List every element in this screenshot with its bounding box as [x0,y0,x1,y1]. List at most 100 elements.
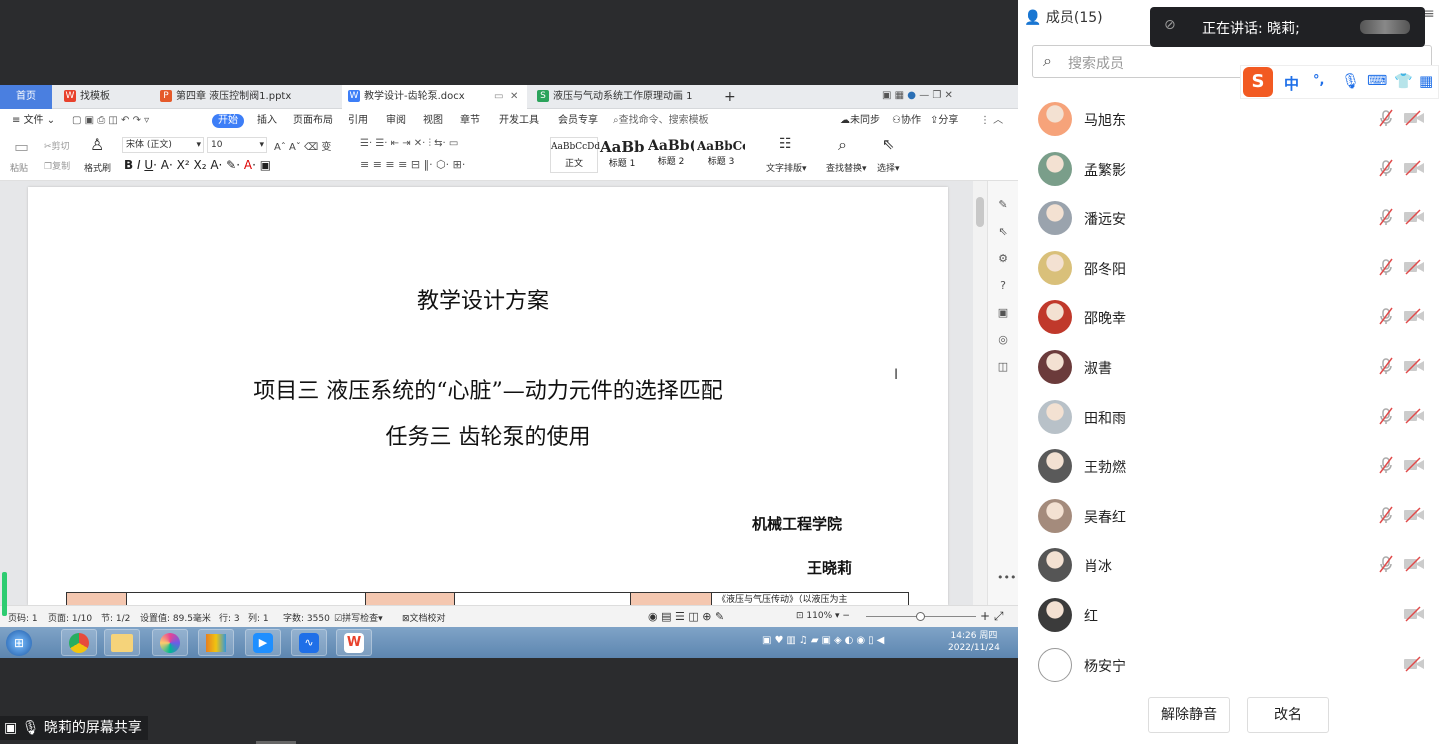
tab-docx[interactable]: W 教学设计-齿轮泵.docx ▭ ✕ [342,85,527,109]
camera-off-icon[interactable] [1403,209,1425,229]
status-row[interactable]: 行: 3 [219,611,240,624]
chrome-icon[interactable] [61,629,97,656]
pin-icon[interactable]: ▭ [494,85,503,109]
camera-off-icon[interactable] [1403,408,1425,428]
camera-off-icon[interactable] [1403,110,1425,130]
camera-off-icon[interactable] [1403,507,1425,527]
tab-home[interactable]: 首页 [0,85,52,109]
explorer-icon[interactable] [104,629,140,656]
member-row[interactable]: 邵晚幸 [1018,292,1439,342]
menu-reference[interactable]: 引用 [348,114,368,128]
tab-sheet[interactable]: S 液压与气动系统工作原理动画 1 [531,85,711,109]
size-select[interactable]: 10 ▾ [207,137,267,153]
pinwheel-icon[interactable] [152,629,188,656]
tray-icons[interactable]: ▣♥▥♫▰▣◈◐◉▯◀ [762,635,887,646]
member-row[interactable]: 邵冬阳 [1018,243,1439,293]
menu-devtools[interactable]: 开发工具 [499,114,539,128]
mic-muted-icon[interactable] [1376,356,1396,380]
grid-icon[interactable]: ▦ [895,90,904,101]
quick-toolbar-icons[interactable]: ▢ ▣ ⎙ ◫ ↶ ↷ ▿ [72,114,149,128]
share-button[interactable]: ⇪分享 [930,114,958,128]
format-painter-icon[interactable]: ♙ [90,135,104,154]
view-mode-icons[interactable]: ◉ ▤ ☰ ◫ ⊕ ✎ [648,610,724,623]
status-pages[interactable]: 页面: 1/10 [48,611,92,624]
camera-off-icon[interactable] [1403,656,1425,676]
member-row[interactable]: 杨安宁 [1018,640,1439,690]
style-heading3[interactable]: AaBbCc 标题 3 [696,137,746,173]
spell-check[interactable]: ☑拼写检查▾ [334,611,383,624]
find-icon[interactable]: ⌕ [838,135,847,155]
ime-lang[interactable]: 中 [1284,73,1299,94]
mic-muted-icon[interactable] [1376,505,1396,529]
status-words[interactable]: 字数: 3550 [283,611,330,624]
windows-start-icon[interactable]: ⊞ [6,630,32,656]
close-window-icon[interactable]: ✕ [945,90,953,101]
status-col[interactable]: 列: 1 [248,611,269,624]
menu-review[interactable]: 审阅 [386,114,406,128]
clock[interactable]: 14:26 周四 2022/11/24 [948,630,1000,654]
camera-off-icon[interactable] [1403,160,1425,180]
sogou-icon[interactable]: S [1243,67,1273,97]
copy-button[interactable]: ❐复制 [44,159,70,172]
wps-app-icon[interactable]: W [336,629,372,656]
member-row[interactable]: 田和雨 [1018,392,1439,442]
zoom-level[interactable]: ⊡ 110% ▾ − [796,611,850,621]
mic-muted-icon[interactable] [1376,108,1396,132]
camera-off-icon[interactable] [1403,606,1425,626]
proofread[interactable]: ⊠文档校对 [402,611,446,624]
mic-muted-icon[interactable] [1376,554,1396,578]
ime-keyboard-icon[interactable]: ⌨ [1367,73,1387,89]
style-heading2[interactable]: AaBb(标题 2 [647,137,695,173]
tab-templates[interactable]: W 找模板 [58,85,150,109]
paste-button[interactable]: 粘贴 [10,161,28,174]
member-row[interactable]: 潘远安 [1018,193,1439,243]
select-cursor-icon[interactable]: ⇖ [882,135,895,153]
style-normal[interactable]: AaBbCcDd 正文 [550,137,600,173]
restore-icon[interactable]: ❐ [932,90,941,101]
camera-off-icon[interactable] [1403,457,1425,477]
rename-button[interactable]: 改名 [1247,697,1329,733]
menu-view[interactable]: 视图 [423,114,443,128]
member-row[interactable]: 红 [1018,590,1439,640]
archive-icon[interactable] [198,629,234,656]
font-grow-shrink-icons[interactable]: Aˆ Aˇ ⌫ 变 [274,138,331,153]
close-tab-icon[interactable]: ✕ [510,85,518,109]
side-tool-icons[interactable]: ✎ ⇖ ⚙? ▣ ◎ ◫ [988,191,1018,380]
layout-icon[interactable]: ▣ [882,90,891,101]
paste-icon[interactable]: ▭ [14,137,29,156]
font-select[interactable]: 宋体 (正文) ▾ [122,137,204,153]
style-heading1[interactable]: AaBb 标题 1 [599,137,645,173]
member-row[interactable]: 马旭东 [1018,94,1439,144]
mic-muted-icon[interactable] [1376,306,1396,330]
list-icons[interactable]: ☰· ☰· ⇤ ⇥ ✕· ⫶ ⇆· ▭ [360,138,458,149]
scroll-thumb[interactable] [976,197,984,227]
meeting-icon[interactable]: ∿ [291,629,327,656]
ime-grid-icon[interactable]: ▦ [1419,72,1433,90]
command-search[interactable]: ⌕查找命令、搜索模板 [613,114,709,128]
camera-off-icon[interactable] [1403,556,1425,576]
unmute-button[interactable]: 解除静音 [1148,697,1230,733]
font-format-icons[interactable]: B I U· A· X² X₂ A· ✎· A· ▣ [124,158,271,172]
status-setting[interactable]: 设置值: 89.5毫米 [140,611,211,624]
mic-muted-icon[interactable] [1376,257,1396,281]
member-row[interactable]: 吴春红 [1018,491,1439,541]
text-layout-button[interactable]: 文字排版▾ [766,161,807,174]
ime-punct[interactable]: °, [1313,73,1324,88]
collab-button[interactable]: ⚇协作 [892,114,921,128]
text-layout-icon[interactable]: ☷ [779,136,792,152]
menu-file[interactable]: ≡ 文件 ⌄ [12,114,55,128]
search-input[interactable]: 搜索成员 [1068,53,1124,73]
member-row[interactable]: 王勃燃 [1018,441,1439,491]
format-painter-button[interactable]: 格式刷 [84,161,111,174]
cut-button[interactable]: ✂剪切 [44,139,70,152]
ime-skin-icon[interactable]: 👕 [1394,72,1413,90]
mic-muted-icon[interactable] [1376,207,1396,231]
mic-muted-icon[interactable] [1376,455,1396,479]
find-replace-button[interactable]: 查找替换▾ [826,161,867,174]
menu-chapter[interactable]: 章节 [460,114,480,128]
zoom-slider[interactable] [866,612,976,621]
camera-off-icon[interactable] [1403,358,1425,378]
menu-insert[interactable]: 插入 [257,114,277,128]
more-tools-icon[interactable]: ••• [997,571,1016,584]
zoom-handle[interactable] [916,612,925,621]
